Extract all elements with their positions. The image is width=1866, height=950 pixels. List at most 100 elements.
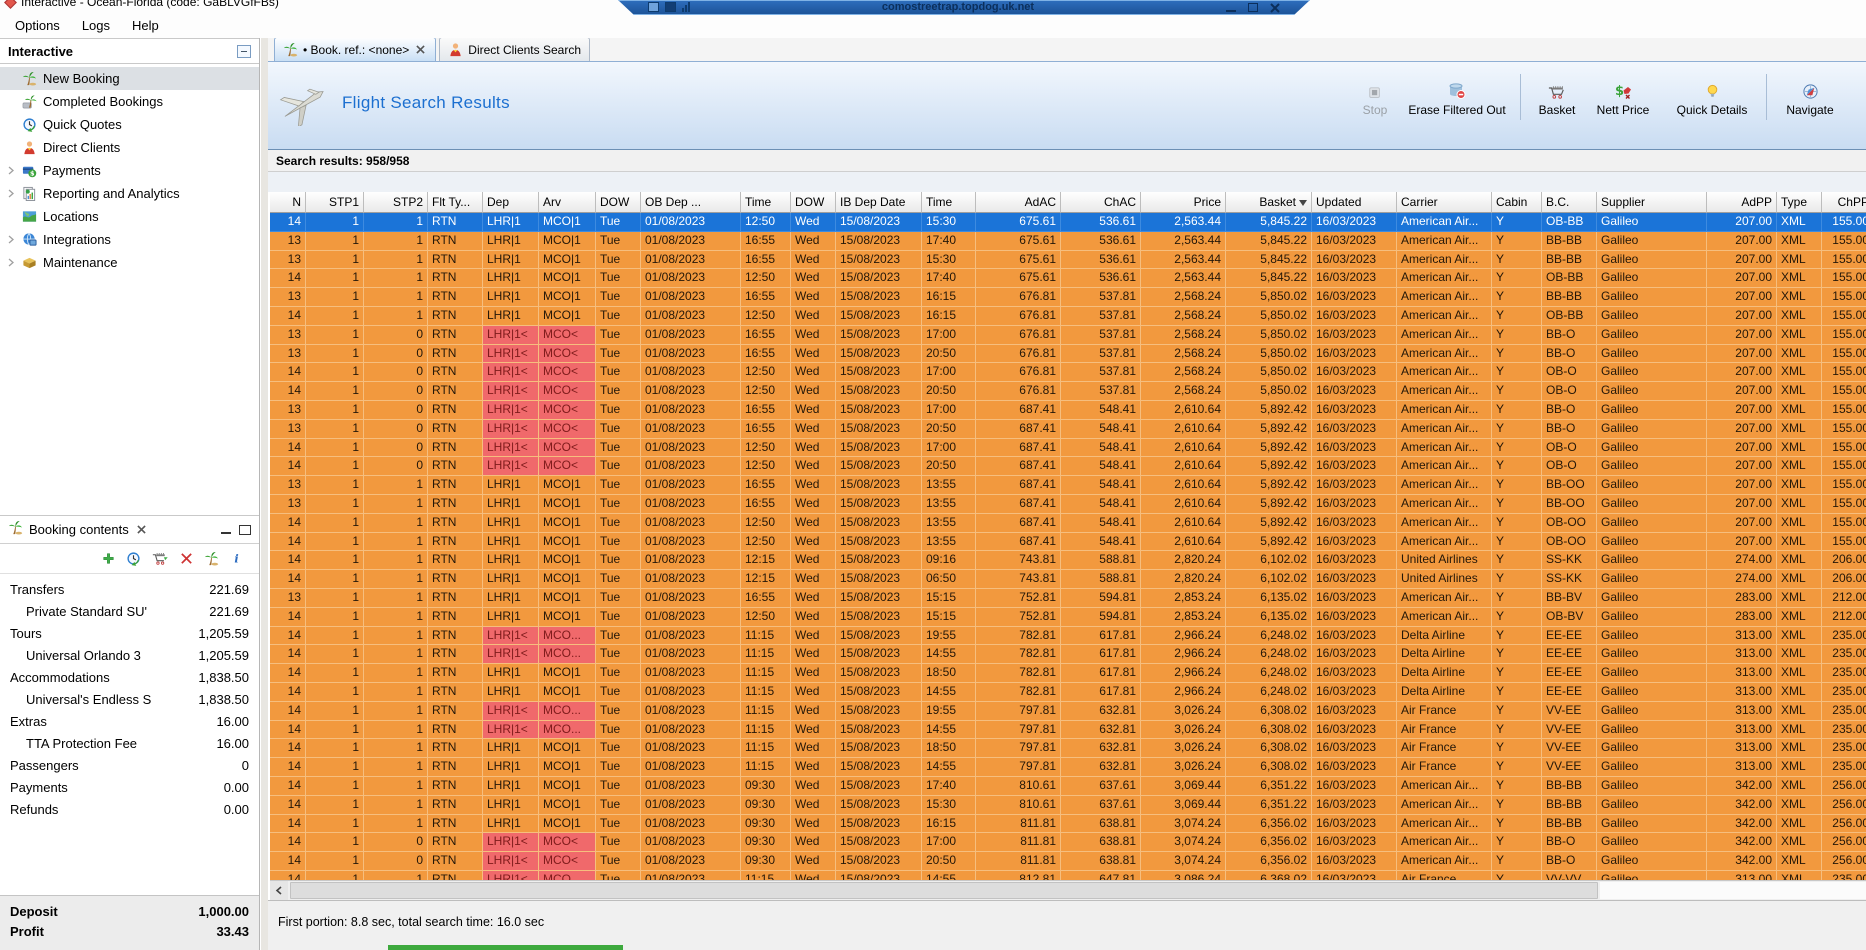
delete-icon[interactable]	[180, 552, 193, 565]
sidebar-item-quick-quotes[interactable]: Quick Quotes	[0, 113, 259, 136]
column-header-dow[interactable]: DOW	[596, 192, 641, 213]
horizontal-scrollbar[interactable]	[270, 880, 1866, 900]
column-header-dep[interactable]: Dep	[483, 192, 539, 213]
booking-row-universal-s-endless-s[interactable]: Universal's Endless S 1,838.50	[0, 688, 259, 710]
table-row[interactable]: 14 1 1 RTN LHR|1 MCO|1 Tue 01/08/2023 12:50 Wed 15…	[270, 213, 1866, 232]
table-row[interactable]: 14 1 1 RTN LHR|1 MCO|1 Tue 01/08/2023 12:15 Wed 15…	[270, 570, 1866, 589]
column-header-basket[interactable]: Basket	[1226, 192, 1312, 213]
menu-item-logs[interactable]: Logs	[71, 14, 121, 37]
table-row[interactable]: 14 1 1 RTN LHR|1 MCO|1 Tue 01/08/2023 12:50 Wed 15…	[270, 269, 1866, 289]
menu-item-help[interactable]: Help	[121, 14, 170, 37]
column-header-arv[interactable]: Arv	[539, 192, 596, 213]
menu-item-options[interactable]: Options	[4, 14, 71, 37]
booking-row-refunds[interactable]: Refunds 0.00	[0, 798, 259, 820]
column-header-chpp[interactable]: ChPP	[1822, 192, 1866, 213]
table-row[interactable]: 14 1 1 RTN LHR|1 MCO|1 Tue 01/08/2023 11:15 Wed 15…	[270, 664, 1866, 683]
column-header-flt-ty[interactable]: Flt Ty...	[428, 192, 483, 213]
table-row[interactable]: 14 1 1 RTN LHR|1< MCO... Tue 01/08/2023 11:15 Wed…	[270, 645, 1866, 665]
table-row[interactable]: 14 1 1 RTN LHR|1 MCO|1 Tue 01/08/2023 11:15 Wed 15…	[270, 758, 1866, 777]
close-icon[interactable]	[1270, 3, 1280, 12]
table-row[interactable]: 14 1 1 RTN LHR|1 MCO|1 Tue 01/08/2023 12:50 Wed 15…	[270, 607, 1866, 627]
column-header-supplier[interactable]: Supplier	[1597, 192, 1707, 213]
toolbar-button-basket[interactable]: Basket	[1530, 76, 1584, 117]
table-row[interactable]: 14 1 0 RTN LHR|1< MCO< Tue 01/08/2023 12:50 Wed 15…	[270, 457, 1866, 477]
column-header-updated[interactable]: Updated	[1312, 192, 1397, 213]
minimize-icon[interactable]	[221, 526, 231, 534]
column-header-cabin[interactable]: Cabin	[1492, 192, 1542, 213]
maximize-icon[interactable]	[1248, 3, 1258, 12]
table-row[interactable]: 13 1 1 RTN LHR|1 MCO|1 Tue 01/08/2023 16:55 Wed 15…	[270, 250, 1866, 270]
table-row[interactable]: 14 1 0 RTN LHR|1< MCO< Tue 01/08/2023 12:50 Wed 15…	[270, 382, 1866, 401]
sidebar-item-payments[interactable]: $ Payments	[0, 159, 259, 182]
booking-row-transfers[interactable]: Transfers 221.69	[0, 578, 259, 600]
table-row[interactable]: 14 1 1 RTN LHR|1 MCO|1 Tue 01/08/2023 12:15 Wed 15…	[270, 551, 1866, 571]
table-row[interactable]: 14 1 1 RTN LHR|1< MCO... Tue 01/08/2023 11:15 Wed…	[270, 870, 1866, 880]
column-header-time[interactable]: Time	[922, 192, 976, 213]
table-row[interactable]: 13 1 1 RTN LHR|1 MCO|1 Tue 01/08/2023 16:55 Wed 15…	[270, 288, 1866, 307]
booking-row-tta-protection-fee[interactable]: TTA Protection Fee 16.00	[0, 732, 259, 754]
toolbar-button-quick-details[interactable]: Quick Details	[1668, 76, 1756, 117]
booking-row-accommodations[interactable]: Accommodations 1,838.50	[0, 666, 259, 688]
shield-icon[interactable]	[665, 2, 676, 12]
table-row[interactable]: 14 1 1 RTN LHR|1 MCO|1 Tue 01/08/2023 11:15 Wed 15…	[270, 739, 1866, 759]
toolbar-button-cl[interactable]: Cl	[1848, 76, 1866, 117]
column-header-ob-dep[interactable]: OB Dep ...	[641, 192, 741, 213]
expand-chevron-icon[interactable]	[6, 189, 16, 198]
table-row[interactable]: 13 1 0 RTN LHR|1< MCO< Tue 01/08/2023 16:55 Wed 15…	[270, 325, 1866, 345]
column-header-n[interactable]: N	[270, 192, 306, 213]
collapse-panel-button[interactable]	[237, 44, 251, 58]
column-header-dow[interactable]: DOW	[791, 192, 836, 213]
table-row[interactable]: 13 1 1 RTN LHR|1 MCO|1 Tue 01/08/2023 16:55 Wed 15…	[270, 476, 1866, 495]
tab-direct-clients-search[interactable]: Direct Clients Search	[439, 38, 590, 61]
expand-chevron-icon[interactable]	[6, 258, 16, 267]
maximize-icon[interactable]	[239, 524, 251, 535]
palm-icon[interactable]	[204, 551, 219, 566]
toolbar-button-nett-price[interactable]: $ Nett Price	[1588, 76, 1658, 117]
column-header-type[interactable]: Type	[1777, 192, 1822, 213]
table-row[interactable]: 14 1 1 RTN LHR|1 MCO|1 Tue 01/08/2023 12:50 Wed 15…	[270, 513, 1866, 533]
booking-row-tours[interactable]: Tours 1,205.59	[0, 622, 259, 644]
tab-book-ref-none[interactable]: • Book. ref.: <none>	[274, 38, 437, 61]
sidebar-item-reporting-and-analytics[interactable]: Reporting and Analytics	[0, 182, 259, 205]
close-icon[interactable]	[414, 43, 427, 56]
table-row[interactable]: 14 1 1 RTN LHR|1 MCO|1 Tue 01/08/2023 09:30 Wed 15…	[270, 776, 1866, 796]
table-row[interactable]: 14 1 0 RTN LHR|1< MCO< Tue 01/08/2023 12:50 Wed 15…	[270, 363, 1866, 383]
table-row[interactable]: 13 1 0 RTN LHR|1< MCO< Tue 01/08/2023 16:55 Wed 15…	[270, 419, 1866, 439]
scrollbar-thumb[interactable]	[290, 882, 1598, 899]
toolbar-button-navigate[interactable]: Navigate	[1778, 76, 1842, 117]
expand-chevron-icon[interactable]	[6, 166, 16, 175]
cartmove-icon[interactable]	[152, 552, 169, 566]
table-row[interactable]: 14 1 1 RTN LHR|1 MCO|1 Tue 01/08/2023 09:30 Wed 15…	[270, 814, 1866, 834]
column-header-carrier[interactable]: Carrier	[1397, 192, 1492, 213]
column-header-stp2[interactable]: STP2	[364, 192, 428, 213]
booking-row-payments[interactable]: Payments 0.00	[0, 776, 259, 798]
booking-row-private-standard-su[interactable]: Private Standard SU' 221.69	[0, 600, 259, 622]
table-row[interactable]: 14 1 1 RTN LHR|1 MCO|1 Tue 01/08/2023 11:15 Wed 15…	[270, 682, 1866, 702]
table-row[interactable]: 14 1 0 RTN LHR|1< MCO< Tue 01/08/2023 09:30 Wed 15…	[270, 852, 1866, 871]
table-row[interactable]: 14 1 1 RTN LHR|1 MCO|1 Tue 01/08/2023 09:30 Wed 15…	[270, 795, 1866, 815]
booking-row-passengers[interactable]: Passengers 0	[0, 754, 259, 776]
table-row[interactable]: 14 1 1 RTN LHR|1< MCO... Tue 01/08/2023 11:15 Wed…	[270, 626, 1866, 646]
pin-icon[interactable]	[648, 2, 659, 12]
sidebar-splitter[interactable]	[261, 38, 268, 950]
scroll-left-arrow-icon[interactable]	[270, 881, 288, 900]
table-row[interactable]: 13 1 0 RTN LHR|1< MCO< Tue 01/08/2023 16:55 Wed 15…	[270, 344, 1866, 364]
table-row[interactable]: 14 1 1 RTN LHR|1< MCO... Tue 01/08/2023 11:15 Wed…	[270, 701, 1866, 721]
column-header-adpp[interactable]: AdPP	[1707, 192, 1777, 213]
column-header-price[interactable]: Price	[1141, 192, 1226, 213]
clock-icon[interactable]	[126, 551, 141, 566]
sidebar-item-direct-clients[interactable]: Direct Clients	[0, 136, 259, 159]
sidebar-item-integrations[interactable]: Integrations	[0, 228, 259, 251]
table-row[interactable]: 13 1 0 RTN LHR|1< MCO< Tue 01/08/2023 16:55 Wed 15…	[270, 400, 1866, 420]
table-row[interactable]: 14 1 0 RTN LHR|1< MCO< Tue 01/08/2023 09:30 Wed 15…	[270, 833, 1866, 853]
toolbar-button-stop[interactable]: Stop	[1353, 76, 1397, 117]
table-row[interactable]: 14 1 1 RTN LHR|1 MCO|1 Tue 01/08/2023 12:50 Wed 15…	[270, 532, 1866, 552]
table-row[interactable]: 13 1 1 RTN LHR|1 MCO|1 Tue 01/08/2023 16:55 Wed 15…	[270, 231, 1866, 251]
column-header-time[interactable]: Time	[741, 192, 791, 213]
column-header-b-c[interactable]: B.C.	[1542, 192, 1597, 213]
table-row[interactable]: 13 1 1 RTN LHR|1 MCO|1 Tue 01/08/2023 16:55 Wed 15…	[270, 588, 1866, 608]
close-icon[interactable]	[135, 523, 148, 536]
sidebar-item-completed-bookings[interactable]: Completed Bookings	[0, 90, 259, 113]
add-icon[interactable]	[102, 552, 115, 565]
info-icon[interactable]: i	[230, 552, 243, 565]
